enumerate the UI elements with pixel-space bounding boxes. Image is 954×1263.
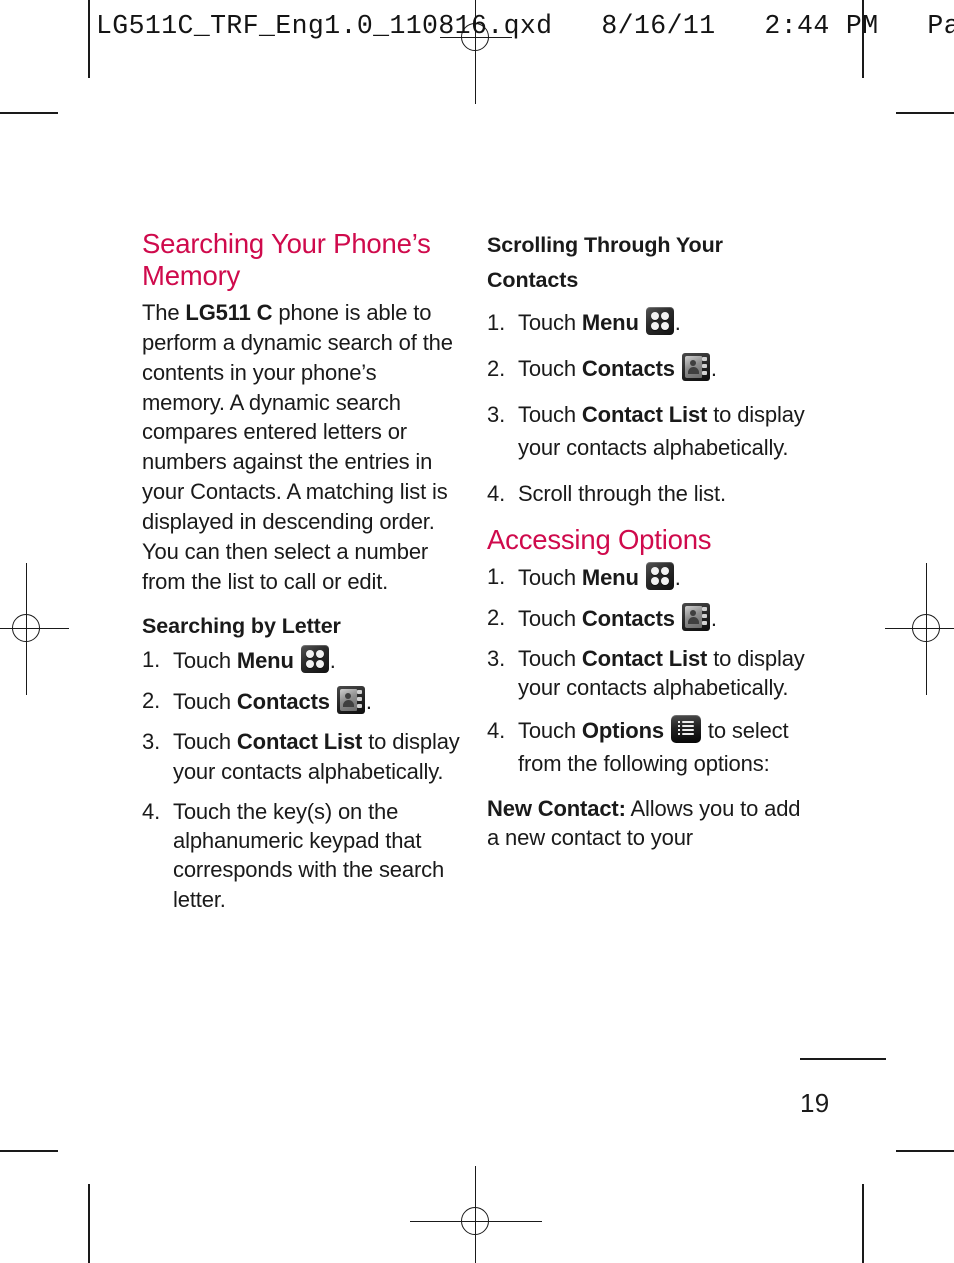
list-item: 2. Touch Contacts . bbox=[487, 602, 807, 633]
step-text-pre: Scroll through the list. bbox=[518, 480, 726, 506]
step-number: 2. bbox=[142, 688, 161, 714]
registration-mark-right bbox=[885, 563, 954, 695]
list-item: 1. Touch Menu . bbox=[487, 561, 807, 592]
list-item: 3. Touch Contact List to display your con… bbox=[487, 644, 807, 703]
section-title-searching-memory: Searching Your Phone’s Memory bbox=[142, 228, 431, 291]
page-number: 19 bbox=[800, 1088, 830, 1118]
step-emphasis: Contact List bbox=[581, 646, 708, 672]
crop-mark-top-left-horizontal bbox=[0, 112, 58, 114]
step-number: 2. bbox=[487, 355, 506, 381]
list-item: 2. Touch Contacts . bbox=[487, 352, 807, 385]
step-number: 3. bbox=[487, 646, 506, 672]
menu-grid-icon[interactable] bbox=[645, 561, 674, 590]
step-emphasis: Options bbox=[581, 717, 664, 743]
menu-grid-icon[interactable] bbox=[300, 644, 329, 673]
list-item: 2. Touch Contacts . bbox=[142, 686, 462, 716]
intro-model-name: LG511 C bbox=[185, 299, 273, 325]
footer-rule bbox=[800, 1058, 886, 1060]
step-text-pre: Touch bbox=[518, 564, 582, 590]
step-number: 4. bbox=[142, 798, 161, 824]
options-list-icon[interactable] bbox=[670, 714, 701, 743]
step-emphasis: Menu bbox=[581, 309, 639, 335]
step-number: 3. bbox=[487, 401, 506, 427]
list-item: 3. Touch Contact List to display your con… bbox=[487, 398, 807, 464]
scrolling-steps: 1. Touch Menu . 2. Touch Contacts . 3. Touc… bbox=[487, 306, 807, 510]
contacts-book-icon[interactable] bbox=[336, 686, 365, 715]
step-text-pre: Touch bbox=[518, 401, 582, 427]
sub-title-scrolling-through-contacts: Scrolling Through Your Contacts bbox=[487, 233, 723, 292]
list-item: 3. Touch Contact List to display your con… bbox=[142, 727, 462, 786]
accessing-options-steps: 1. Touch Menu . 2. Touch Contacts . 3. Touc… bbox=[487, 561, 807, 780]
sub-title-searching-by-letter: Searching by Letter bbox=[142, 613, 341, 638]
step-emphasis: Contacts bbox=[581, 605, 675, 631]
step-emphasis: Contacts bbox=[236, 689, 330, 715]
step-text-post: . bbox=[674, 309, 681, 335]
crop-mark-bottom-left-horizontal bbox=[0, 1150, 58, 1152]
step-number: 1. bbox=[487, 563, 506, 589]
searching-by-letter-steps: 1. Touch Menu . 2. Touch Contacts . 3. Touc… bbox=[142, 644, 462, 914]
step-emphasis: Menu bbox=[581, 564, 639, 590]
list-item: 1. Touch Menu . bbox=[487, 306, 807, 339]
contacts-book-icon[interactable] bbox=[681, 352, 710, 381]
section-title-accessing-options: Accessing Options bbox=[487, 523, 712, 555]
step-text-pre: Touch bbox=[173, 647, 237, 673]
step-number: 4. bbox=[487, 717, 506, 743]
step-text-pre: Touch bbox=[518, 355, 582, 381]
crop-mark-bottom-left-vertical bbox=[88, 1184, 90, 1263]
manual-page: LG511C_TRF_Eng1.0_110816.qxd 8/16/11 2:4… bbox=[0, 0, 954, 1263]
step-number: 1. bbox=[142, 646, 161, 672]
contacts-book-icon[interactable] bbox=[681, 602, 710, 631]
intro-lead: The bbox=[142, 299, 186, 325]
step-text-post: . bbox=[365, 689, 372, 715]
menu-grid-icon[interactable] bbox=[645, 306, 674, 335]
intro-rest: phone is able to perform a dynamic searc… bbox=[142, 299, 453, 594]
step-emphasis: Menu bbox=[236, 647, 294, 673]
step-number: 2. bbox=[487, 604, 506, 630]
step-text-pre: Touch bbox=[518, 646, 582, 672]
right-column: Scrolling Through Your Contacts 1. Touch … bbox=[487, 228, 807, 870]
step-text-pre: Touch bbox=[173, 689, 237, 715]
step-text-post: . bbox=[674, 564, 681, 590]
left-column: Searching Your Phone’s Memory The LG511 … bbox=[142, 228, 462, 928]
step-emphasis: Contact List bbox=[236, 729, 363, 755]
crop-mark-top-right-horizontal bbox=[896, 112, 954, 114]
step-number: 3. bbox=[142, 729, 161, 755]
crop-mark-top-vertical bbox=[88, 0, 90, 78]
step-text-post: . bbox=[710, 355, 717, 381]
step-text-pre: Touch the key(s) on the alphanumeric key… bbox=[173, 798, 445, 912]
step-text-post: . bbox=[710, 605, 717, 631]
crop-mark-bottom-right-horizontal bbox=[896, 1150, 954, 1152]
step-text-pre: Touch bbox=[518, 717, 582, 743]
list-item: 1. Touch Menu . bbox=[142, 644, 462, 675]
step-number: 1. bbox=[487, 309, 506, 335]
step-text-pre: Touch bbox=[518, 605, 582, 631]
step-emphasis: Contacts bbox=[581, 355, 675, 381]
step-text-pre: Touch bbox=[173, 729, 237, 755]
registration-mark-bottom bbox=[410, 1166, 542, 1263]
registration-mark-left bbox=[0, 563, 69, 695]
step-text-post: . bbox=[329, 647, 336, 673]
crop-mark-bottom-right-vertical bbox=[862, 1184, 864, 1263]
list-item: 4. Touch Options to select from the follo… bbox=[487, 714, 807, 780]
intro-paragraph: The LG511 C phone is able to perform a d… bbox=[142, 298, 462, 597]
list-item: 4. Scroll through the list. bbox=[487, 477, 807, 510]
option-entry-new-contact: New Contact: Allows you to add a new con… bbox=[487, 794, 807, 854]
option-term: New Contact: bbox=[487, 795, 626, 821]
printer-slug-line: LG511C_TRF_Eng1.0_110816.qxd 8/16/11 2:4… bbox=[96, 11, 954, 41]
step-emphasis: Contact List bbox=[581, 401, 708, 427]
step-number: 4. bbox=[487, 480, 506, 506]
step-text-pre: Touch bbox=[518, 309, 582, 335]
list-item: 4. Touch the key(s) on the alphanumeric k… bbox=[142, 797, 462, 914]
